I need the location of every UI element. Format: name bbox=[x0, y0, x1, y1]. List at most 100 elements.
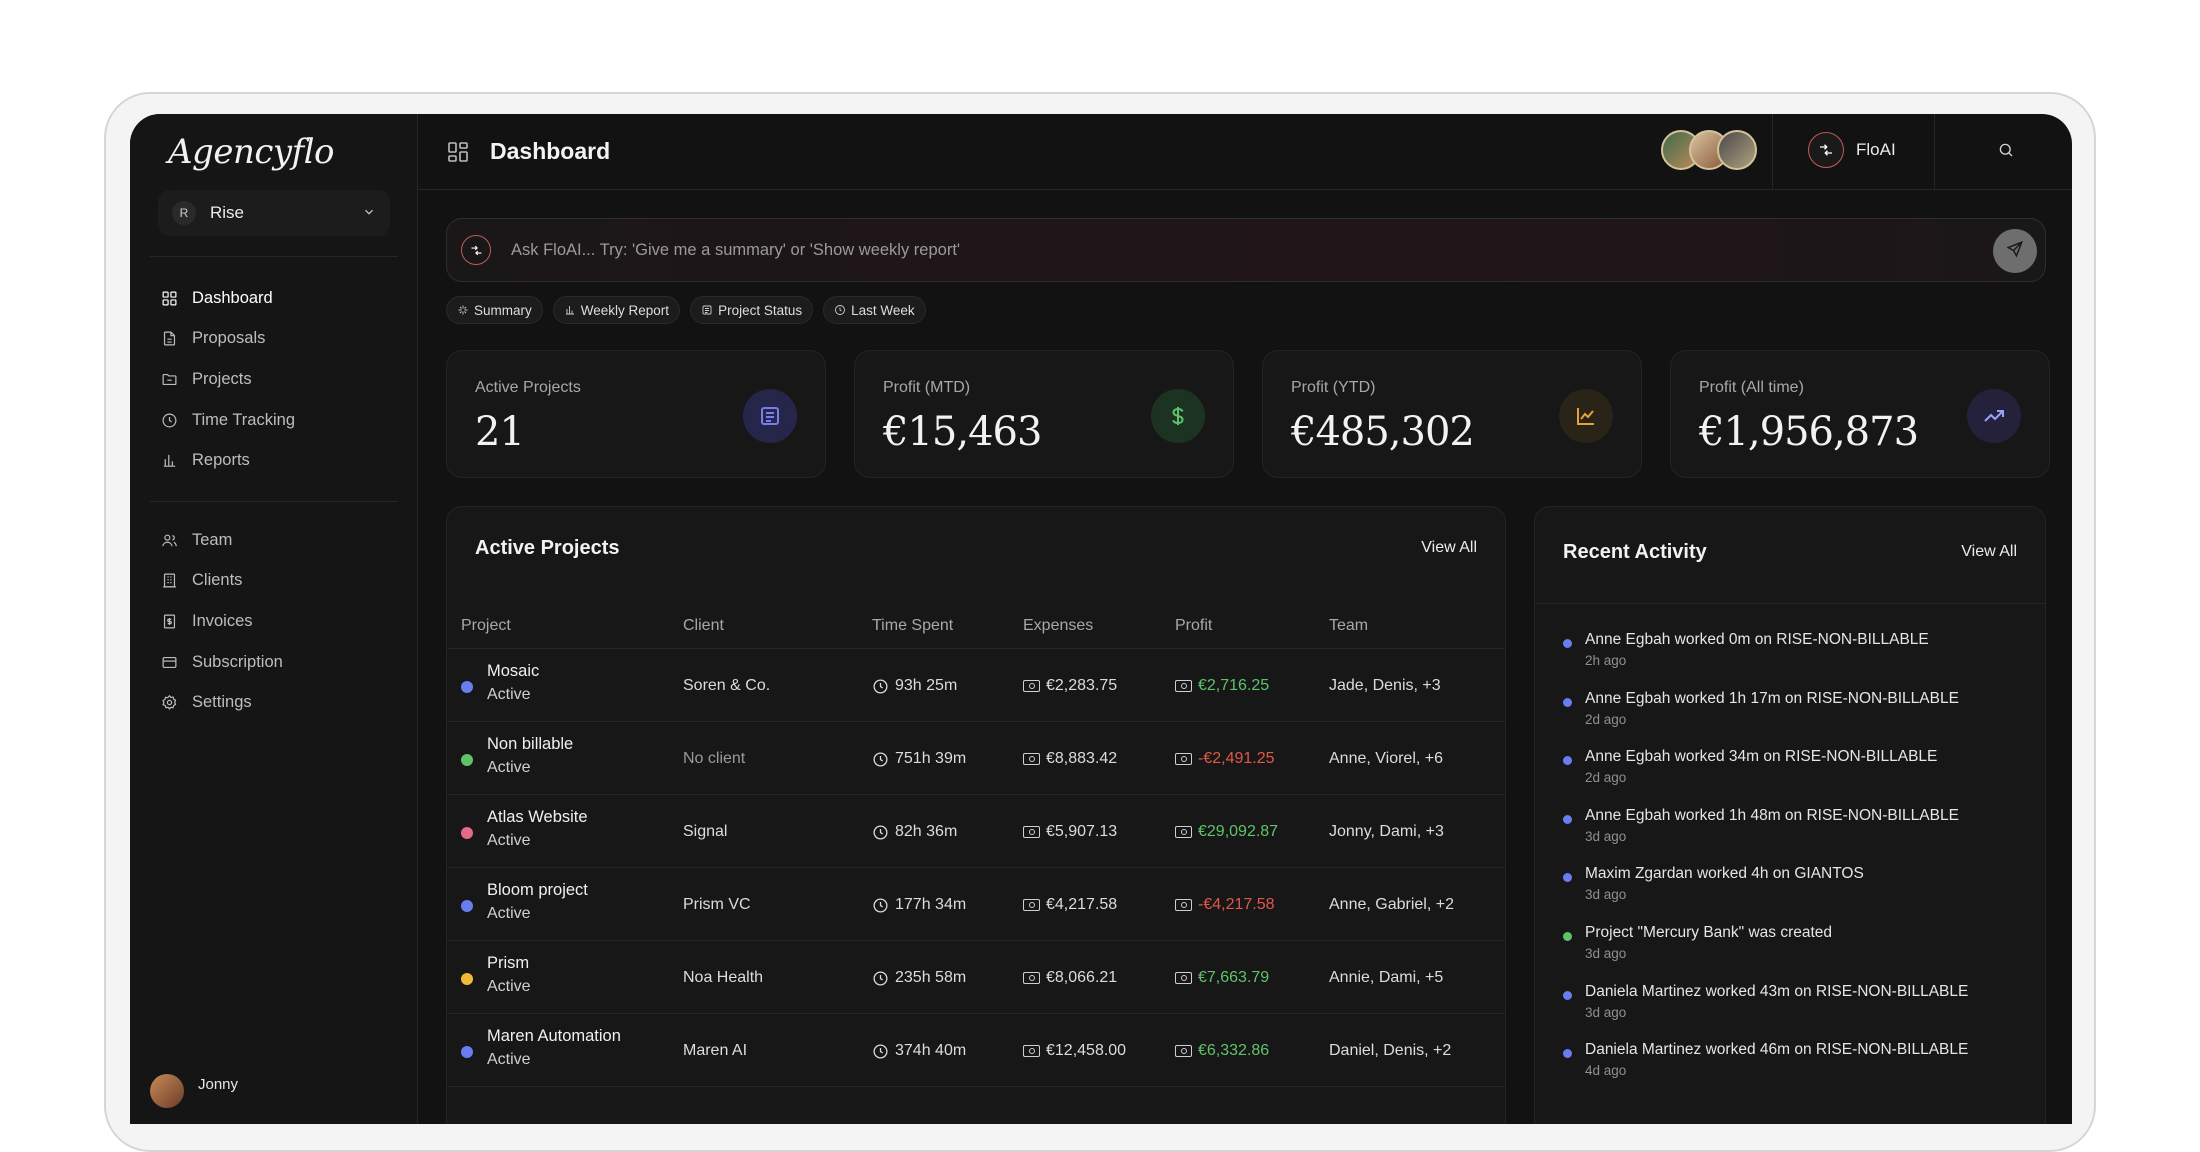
activity-dot bbox=[1563, 990, 1572, 1000]
column-header[interactable]: Time Spent bbox=[872, 617, 953, 635]
sidebar-item-label: Projects bbox=[192, 369, 252, 388]
project-team: Jade, Denis, +3 bbox=[1329, 677, 1441, 694]
activity-text: Anne Egbah worked 1h 48m on RISE-NON-BIL… bbox=[1585, 806, 1959, 824]
time-value: 751h 39m bbox=[895, 750, 967, 767]
sidebar-item-label: Team bbox=[192, 530, 233, 549]
activity-item[interactable]: Anne Egbah worked 1h 17m on RISE-NON-BIL… bbox=[1563, 690, 2043, 749]
sidebar-item-team[interactable]: Team bbox=[160, 520, 400, 561]
stat-value: €1,956,873 bbox=[1699, 409, 1919, 455]
user-menu[interactable]: Jonny bbox=[150, 1074, 238, 1108]
active-projects-panel: Active Projects View All Project Client … bbox=[446, 506, 1506, 1124]
stat-card-active-projects[interactable]: Active Projects 21 bbox=[446, 350, 826, 478]
cash-icon bbox=[1023, 753, 1040, 765]
trending-up-icon bbox=[1967, 389, 2021, 443]
chip-last-week[interactable]: Last Week bbox=[823, 296, 926, 324]
cash-icon bbox=[1175, 1045, 1192, 1057]
activity-item[interactable]: Project "Mercury Bank" was created 3d ago bbox=[1563, 924, 2043, 983]
chip-label: Weekly Report bbox=[580, 302, 670, 318]
column-header[interactable]: Project bbox=[461, 617, 511, 635]
view-all-activity-link[interactable]: View All bbox=[1961, 543, 2017, 561]
team-avatars[interactable] bbox=[1661, 130, 1757, 170]
project-name[interactable]: Non billable bbox=[487, 735, 573, 754]
stat-card-profit-mtd[interactable]: Profit (MTD) €15,463 bbox=[854, 350, 1234, 478]
cash-icon bbox=[1023, 899, 1040, 911]
project-client: Noa Health bbox=[683, 969, 764, 986]
view-all-projects-link[interactable]: View All bbox=[1421, 539, 1477, 557]
stat-card-profit-all-time[interactable]: Profit (All time) €1,956,873 bbox=[1670, 350, 2050, 478]
grid-icon bbox=[446, 140, 470, 164]
project-profit: -€2,491.25 bbox=[1175, 750, 1275, 768]
activity-item[interactable]: Anne Egbah worked 34m on RISE-NON-BILLAB… bbox=[1563, 748, 2043, 807]
expenses-value: €2,283.75 bbox=[1046, 677, 1118, 694]
clock-icon bbox=[872, 970, 889, 987]
activity-dot bbox=[1563, 756, 1572, 766]
activity-item[interactable]: Anne Egbah worked 1h 48m on RISE-NON-BIL… bbox=[1563, 807, 2043, 866]
project-expenses: €8,066.21 bbox=[1023, 969, 1117, 987]
project-name[interactable]: Mosaic bbox=[487, 662, 539, 681]
sidebar-item-proposals[interactable]: Proposals bbox=[160, 319, 400, 360]
clock-icon bbox=[872, 751, 889, 768]
chip-weekly-report[interactable]: Weekly Report bbox=[552, 296, 681, 324]
project-client: Maren AI bbox=[683, 1042, 748, 1059]
clock-icon bbox=[872, 897, 889, 914]
project-name[interactable]: Maren Automation bbox=[487, 1027, 621, 1046]
cash-icon bbox=[1023, 1045, 1040, 1057]
building-icon bbox=[160, 572, 178, 590]
column-header[interactable]: Client bbox=[683, 617, 724, 635]
workspace-switcher[interactable]: R Rise bbox=[158, 190, 390, 236]
sidebar: Agencyflo R Rise Dashboard Proposals Pro… bbox=[130, 114, 418, 1124]
table-row[interactable]: Bloom project Active Prism VC 177h 34m €4,21… bbox=[447, 868, 1505, 941]
secondary-nav: Team Clients Invoices Subscription Setti… bbox=[160, 520, 400, 723]
table-header: Project Client Time Spent Expenses Profi… bbox=[447, 605, 1505, 649]
table-row[interactable]: Prism Active Noa Health 235h 58m €8,066.21 €7… bbox=[447, 941, 1505, 1014]
table-row[interactable]: Mosaic Active Soren & Co. 93h 25m €2,283.75 €… bbox=[447, 649, 1505, 722]
app-window: Agencyflo R Rise Dashboard Proposals Pro… bbox=[130, 114, 2072, 1124]
activity-item[interactable]: Daniela Martinez worked 46m on RISE-NON-… bbox=[1563, 1041, 2043, 1100]
chip-summary[interactable]: Summary bbox=[446, 296, 543, 324]
sidebar-item-reports[interactable]: Reports bbox=[160, 440, 400, 481]
profit-value: €2,716.25 bbox=[1198, 677, 1270, 694]
project-color-dot bbox=[461, 900, 473, 912]
chip-project-status[interactable]: Project Status bbox=[690, 296, 814, 324]
table-row[interactable]: Maren Automation Active Maren AI 374h 40m €1… bbox=[447, 1014, 1505, 1087]
sidebar-item-label: Dashboard bbox=[192, 288, 273, 307]
project-team: Jonny, Dami, +3 bbox=[1329, 823, 1444, 840]
project-name[interactable]: Bloom project bbox=[487, 881, 588, 900]
floai-button[interactable]: FloAI bbox=[1808, 132, 1896, 168]
column-header[interactable]: Expenses bbox=[1023, 617, 1093, 635]
sidebar-item-invoices[interactable]: Invoices bbox=[160, 601, 400, 642]
project-name[interactable]: Prism bbox=[487, 954, 529, 973]
stat-card-profit-ytd[interactable]: Profit (YTD) €485,302 bbox=[1262, 350, 1642, 478]
clock-icon bbox=[160, 411, 178, 429]
floai-prompt-bar bbox=[446, 218, 2046, 282]
activity-item[interactable]: Maxim Zgardan worked 4h on GIANTOS 3d ago bbox=[1563, 865, 2043, 924]
sidebar-item-projects[interactable]: Projects bbox=[160, 359, 400, 400]
column-header[interactable]: Team bbox=[1329, 617, 1368, 635]
sidebar-item-time-tracking[interactable]: Time Tracking bbox=[160, 400, 400, 441]
sidebar-item-settings[interactable]: Settings bbox=[160, 682, 400, 723]
table-row[interactable]: Non billable Active No client 751h 39m €8,88… bbox=[447, 722, 1505, 795]
activity-item[interactable]: Daniela Martinez worked 43m on RISE-NON-… bbox=[1563, 983, 2043, 1042]
activity-list: Anne Egbah worked 0m on RISE-NON-BILLABL… bbox=[1563, 631, 2043, 1100]
app-logo[interactable]: Agencyflo bbox=[168, 132, 335, 172]
send-button[interactable] bbox=[1993, 229, 2037, 273]
sidebar-item-clients[interactable]: Clients bbox=[160, 561, 400, 602]
panel-title: Recent Activity bbox=[1563, 541, 1707, 563]
project-name[interactable]: Atlas Website bbox=[487, 808, 588, 827]
column-header[interactable]: Profit bbox=[1175, 617, 1212, 635]
time-value: 374h 40m bbox=[895, 1042, 967, 1059]
list-icon bbox=[743, 389, 797, 443]
table-row[interactable]: Atlas Website Active Signal 82h 36m €5,907.1… bbox=[447, 795, 1505, 868]
floai-prompt-input[interactable] bbox=[511, 240, 1911, 260]
project-expenses: €2,283.75 bbox=[1023, 677, 1117, 695]
profit-value: -€4,217.58 bbox=[1198, 896, 1275, 913]
sidebar-item-subscription[interactable]: Subscription bbox=[160, 642, 400, 683]
topbar: Dashboard FloAI bbox=[418, 114, 2072, 190]
workspace-name: Rise bbox=[210, 203, 245, 222]
sidebar-item-dashboard[interactable]: Dashboard bbox=[160, 278, 400, 319]
search-button[interactable] bbox=[1994, 140, 2018, 164]
project-status: Active bbox=[487, 978, 531, 995]
activity-item[interactable]: Anne Egbah worked 0m on RISE-NON-BILLABL… bbox=[1563, 631, 2043, 690]
chevron-down-icon bbox=[362, 205, 376, 222]
expenses-value: €12,458.00 bbox=[1046, 1042, 1127, 1059]
